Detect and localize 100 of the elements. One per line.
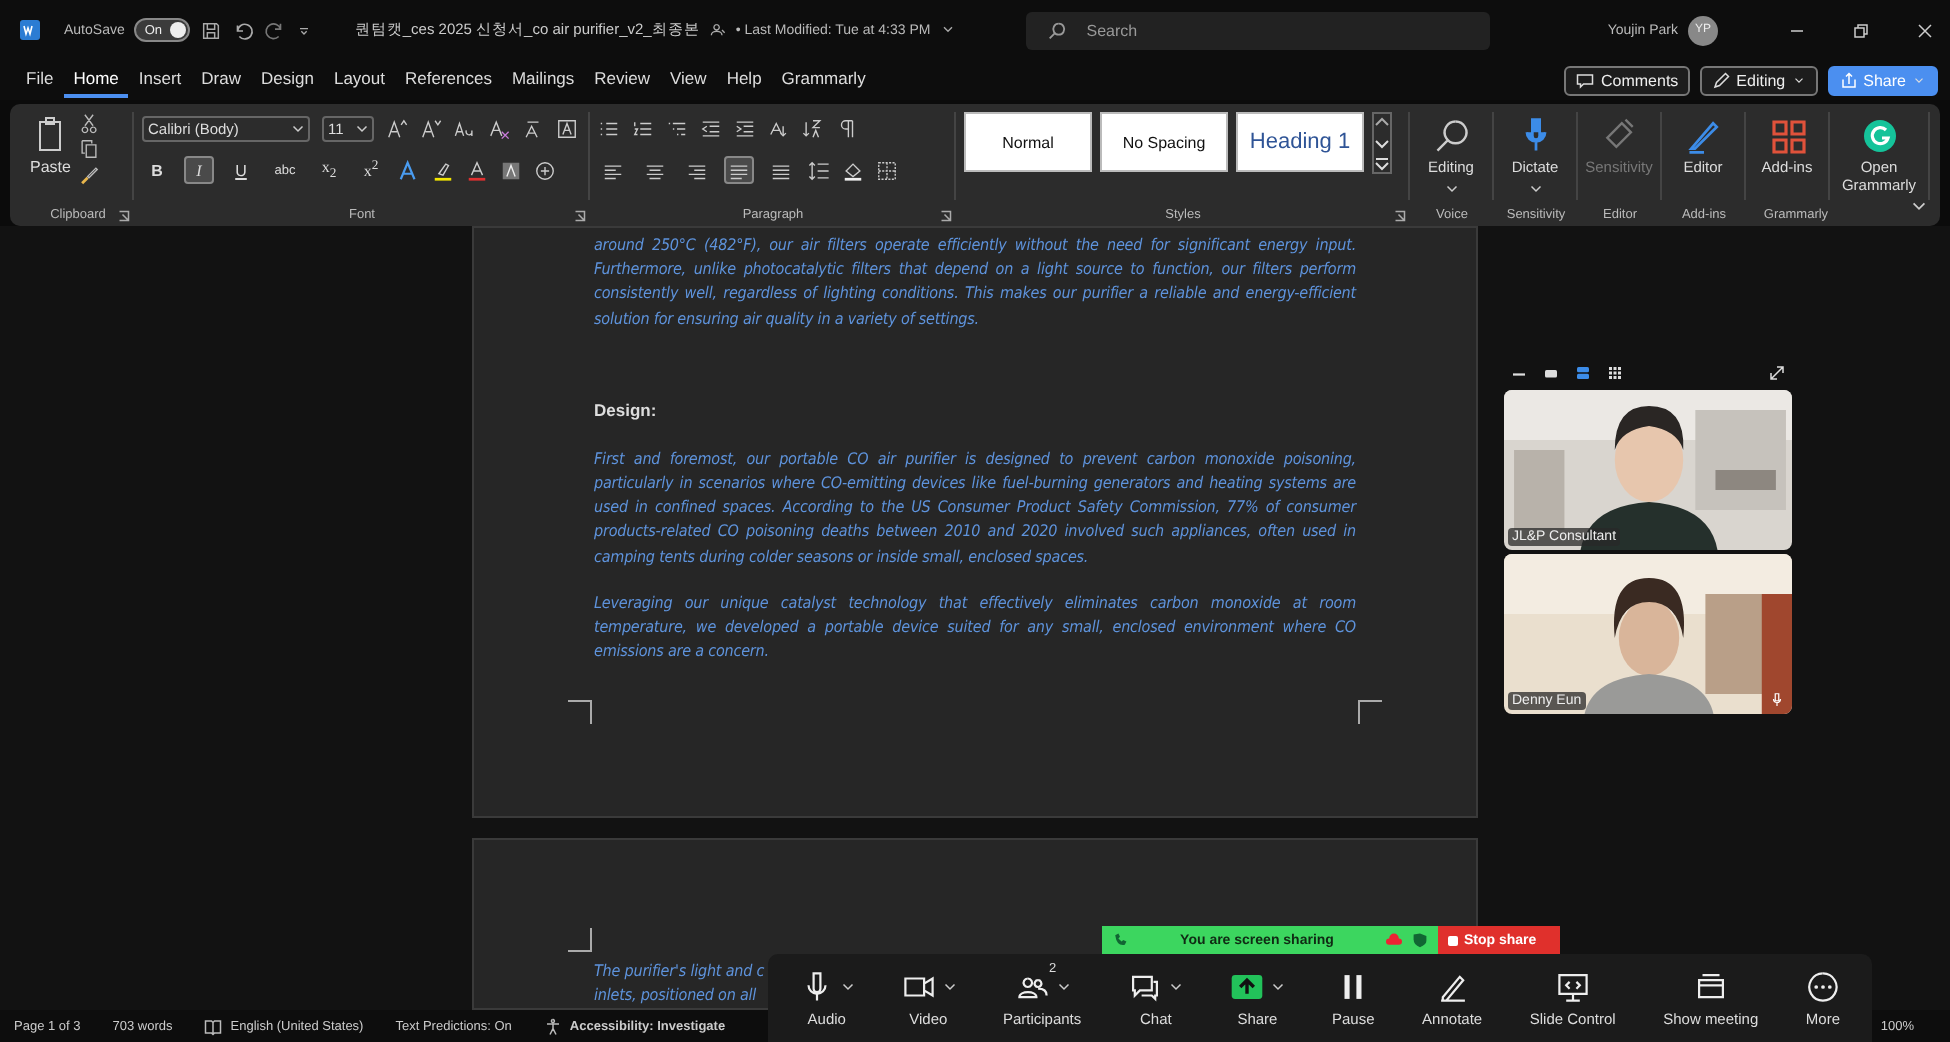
accessibility-icon[interactable] xyxy=(543,1017,562,1035)
caret-icon xyxy=(356,122,368,134)
menu-tab[interactable]: Layout xyxy=(323,63,395,97)
grid-view-icon[interactable] xyxy=(1606,363,1624,381)
caret-icon[interactable] xyxy=(841,980,854,992)
format-button[interactable]: I xyxy=(184,156,214,184)
pencil-icon xyxy=(1712,71,1731,89)
alignment-button[interactable] xyxy=(724,156,754,184)
person-icon xyxy=(709,22,726,38)
grammarly-icon xyxy=(1859,116,1899,156)
format-button[interactable]: B xyxy=(142,156,172,184)
numbering-icon[interactable] xyxy=(632,117,654,139)
menu-tab[interactable]: Mailings xyxy=(501,63,585,97)
menu-button[interactable]: Comments xyxy=(1564,65,1691,95)
menu-tab[interactable]: References xyxy=(395,63,502,97)
caret-icon[interactable] xyxy=(1057,980,1070,992)
caret-icon[interactable] xyxy=(1170,980,1183,992)
dialog-launcher-icon[interactable] xyxy=(940,209,952,221)
caret-icon[interactable] xyxy=(943,980,956,992)
phonetic-guide-icon[interactable] xyxy=(522,117,544,139)
text-line: inlets, positioned on all xyxy=(594,984,757,1009)
highlighter-icon[interactable] xyxy=(432,159,454,181)
shield-icon xyxy=(1412,932,1428,948)
more-styles-icon[interactable] xyxy=(1374,154,1390,172)
borders-icon[interactable] xyxy=(876,159,898,181)
alignment-icon xyxy=(602,162,624,184)
book-icon[interactable] xyxy=(204,1017,223,1035)
paint-bucket-icon[interactable] xyxy=(842,159,864,181)
grow-font-icon[interactable] xyxy=(386,117,408,139)
more-icon xyxy=(1805,969,1840,1003)
clear-format-icon[interactable] xyxy=(488,117,510,139)
share-screen-icon xyxy=(1230,969,1265,1003)
paragraph: Leveraging our unique catalyst technology that effectively eliminates carbon monoxide at room temperature, we developed a portable device suited for any small, enclosed environment where CO emissions are a concern. xyxy=(594,591,1356,665)
phone-icon xyxy=(1112,932,1128,948)
redo-icon[interactable] xyxy=(264,19,287,41)
restore-icon[interactable] xyxy=(1852,21,1870,39)
caret-icon xyxy=(940,22,957,38)
caret-icon[interactable] xyxy=(1272,980,1285,992)
slide-control-icon xyxy=(1555,969,1590,1003)
style-option[interactable]: Normal xyxy=(964,112,1092,172)
close-icon[interactable] xyxy=(1916,21,1934,39)
line-spacing-icon[interactable] xyxy=(808,159,830,181)
menu-tab[interactable]: Insert xyxy=(128,63,192,97)
text-effects-icon[interactable] xyxy=(398,159,420,181)
format-button[interactable]: U xyxy=(226,156,256,184)
document-app-icon[interactable] xyxy=(18,18,42,42)
increase-indent-icon[interactable] xyxy=(734,117,756,139)
dialog-launcher-icon[interactable] xyxy=(118,209,130,221)
search-field[interactable]: Search xyxy=(1026,11,1491,49)
share-icon xyxy=(1839,71,1858,89)
text-direction-icon[interactable] xyxy=(768,117,790,139)
menu-tab[interactable]: File xyxy=(16,63,64,97)
format-button[interactable]: x$^{2}$ xyxy=(356,156,386,184)
comment-icon xyxy=(1576,71,1595,89)
caret-icon xyxy=(292,122,304,134)
collapse-ribbon-icon[interactable] xyxy=(1910,198,1928,216)
shrink-font-icon[interactable] xyxy=(420,117,442,139)
menu-tab[interactable]: Help xyxy=(716,63,772,97)
bullets-icon[interactable] xyxy=(598,117,620,139)
font-color-icon[interactable] xyxy=(466,159,488,181)
pilcrow-icon[interactable] xyxy=(836,117,858,139)
sort-icon[interactable] xyxy=(802,117,824,139)
format-button[interactable]: x$_{2}$ xyxy=(314,156,344,184)
menu-tab[interactable]: Review xyxy=(584,63,661,97)
paragraph: around 250°C (482°F), our air filters operate efficiently without the need for significant energy input. Furthermore, unlike photocatalytic filters that depend on a light source to function, our filters perform consistently well, regardless of lighting conditions. This makes our purifier a reliable and energy-efficient solution for ensuring air quality in a variety of settings. xyxy=(594,234,1356,332)
decrease-indent-icon[interactable] xyxy=(700,117,722,139)
menu-tab[interactable]: Design xyxy=(251,63,324,97)
dialog-launcher-icon[interactable] xyxy=(574,209,586,221)
pen-icon xyxy=(1683,116,1723,156)
margin-mark xyxy=(1358,700,1382,724)
stacked-view-icon[interactable] xyxy=(1574,363,1592,381)
copy-icon[interactable] xyxy=(78,138,101,160)
save-icon[interactable] xyxy=(200,19,223,41)
menu-button[interactable]: Editing xyxy=(1700,65,1818,95)
scissors-icon[interactable] xyxy=(78,112,101,134)
change-case-icon[interactable] xyxy=(454,117,476,139)
pen-icon xyxy=(1435,969,1470,1003)
menu-tab[interactable]: View xyxy=(660,63,717,97)
brush-icon[interactable] xyxy=(78,164,101,186)
menu-tab[interactable]: Grammarly xyxy=(771,63,876,97)
style-option[interactable]: Heading 1 xyxy=(1236,112,1364,172)
window-icon xyxy=(1693,969,1728,1003)
search-icon xyxy=(1046,19,1069,41)
paste-button[interactable]: Paste xyxy=(30,112,71,186)
enclose-icon[interactable] xyxy=(534,159,556,181)
alignment-icon xyxy=(770,162,792,184)
shading-icon[interactable] xyxy=(500,159,522,181)
alignment-icon xyxy=(644,162,666,184)
multilevel-list-icon[interactable] xyxy=(666,117,688,139)
dialog-launcher-icon[interactable] xyxy=(1394,209,1406,221)
menu-tab[interactable]: Draw xyxy=(191,63,251,97)
expand-icon[interactable] xyxy=(1768,363,1786,381)
menu-tab[interactable]: Home xyxy=(63,63,129,97)
search-icon xyxy=(1431,116,1471,156)
customize-caret-icon[interactable] xyxy=(296,22,313,38)
margin-mark xyxy=(568,928,592,952)
scroll-down-icon[interactable] xyxy=(1374,134,1390,152)
style-option[interactable]: No Spacing xyxy=(1100,112,1228,172)
character-border-icon[interactable] xyxy=(556,117,578,139)
undo-icon[interactable] xyxy=(232,19,255,41)
